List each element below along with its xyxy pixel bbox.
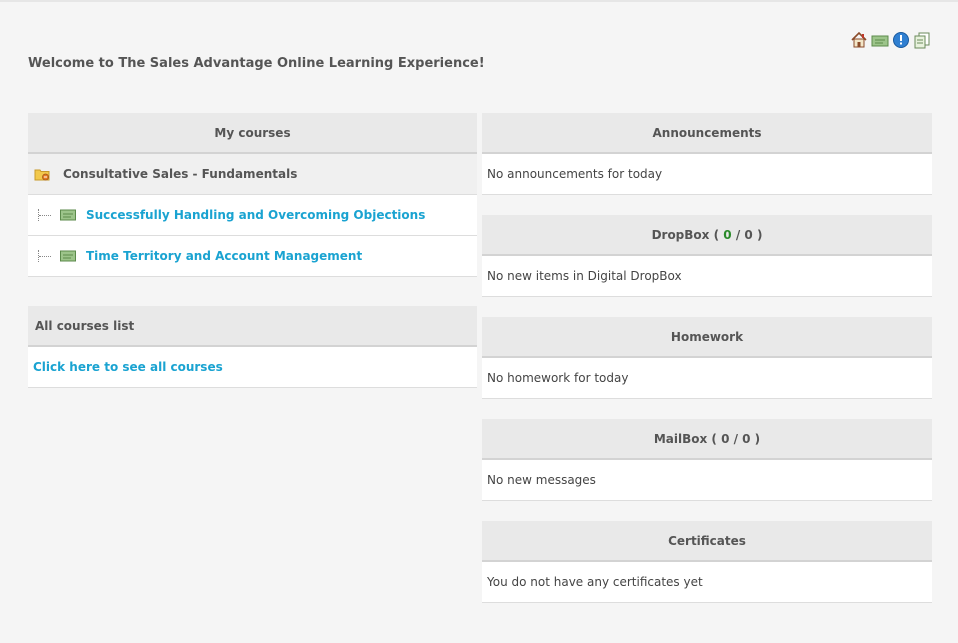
announcements-header: Announcements (482, 113, 932, 154)
homework-message: No homework for today (482, 358, 932, 399)
top-border (0, 0, 958, 2)
course-item[interactable]: Time Territory and Account Management (28, 236, 477, 277)
course-item[interactable]: Successfully Handling and Overcoming Obj… (28, 195, 477, 236)
dropbox-close: ) (756, 227, 763, 242)
right-column: Announcements No announcements for today… (482, 113, 932, 623)
certificates-header: Certificates (482, 521, 932, 562)
dropbox-title: DropBox (651, 227, 710, 242)
announcements-message: No announcements for today (482, 154, 932, 195)
welcome-title: Welcome to The Sales Advantage Online Le… (28, 56, 485, 71)
course-category-label: Consultative Sales - Fundamentals (63, 167, 298, 181)
my-courses-header: My courses (28, 113, 477, 154)
dropbox-new-count: 0 (723, 227, 732, 242)
dropbox-separator: / (735, 227, 741, 242)
course-icon[interactable] (871, 31, 889, 49)
home-icon[interactable] (850, 31, 868, 49)
mailbox-panel: MailBox ( 0 / 0 ) No new messages (482, 419, 932, 501)
dropbox-panel: DropBox ( 0 / 0 ) No new items in Digita… (482, 215, 932, 297)
course-icon (60, 250, 76, 262)
tree-connector (38, 250, 52, 262)
document-icon[interactable] (913, 31, 931, 49)
all-courses-link[interactable]: Click here to see all courses (33, 360, 223, 374)
folder-icon (34, 167, 50, 181)
course-icon (60, 209, 76, 221)
all-courses-row: Click here to see all courses (28, 347, 477, 388)
homework-header: Homework (482, 317, 932, 358)
course-link[interactable]: Time Territory and Account Management (86, 249, 362, 263)
course-link[interactable]: Successfully Handling and Overcoming Obj… (86, 208, 425, 222)
mailbox-message: No new messages (482, 460, 932, 501)
certificates-message: You do not have any certificates yet (482, 562, 932, 603)
mailbox-header: MailBox ( 0 / 0 ) (482, 419, 932, 460)
dropbox-total-count: 0 (744, 227, 753, 242)
dropbox-message: No new items in Digital DropBox (482, 256, 932, 297)
course-category[interactable]: Consultative Sales - Fundamentals (28, 154, 477, 195)
toolbar (850, 31, 931, 51)
dropbox-open: ( (713, 227, 720, 242)
left-column: My courses Consultative Sales - Fundamen… (28, 113, 477, 388)
info-icon[interactable] (892, 31, 910, 49)
dropbox-header: DropBox ( 0 / 0 ) (482, 215, 932, 256)
certificates-panel: Certificates You do not have any certifi… (482, 521, 932, 603)
announcements-panel: Announcements No announcements for today (482, 113, 932, 195)
tree-connector (38, 209, 52, 221)
all-courses-header: All courses list (28, 306, 477, 347)
homework-panel: Homework No homework for today (482, 317, 932, 399)
